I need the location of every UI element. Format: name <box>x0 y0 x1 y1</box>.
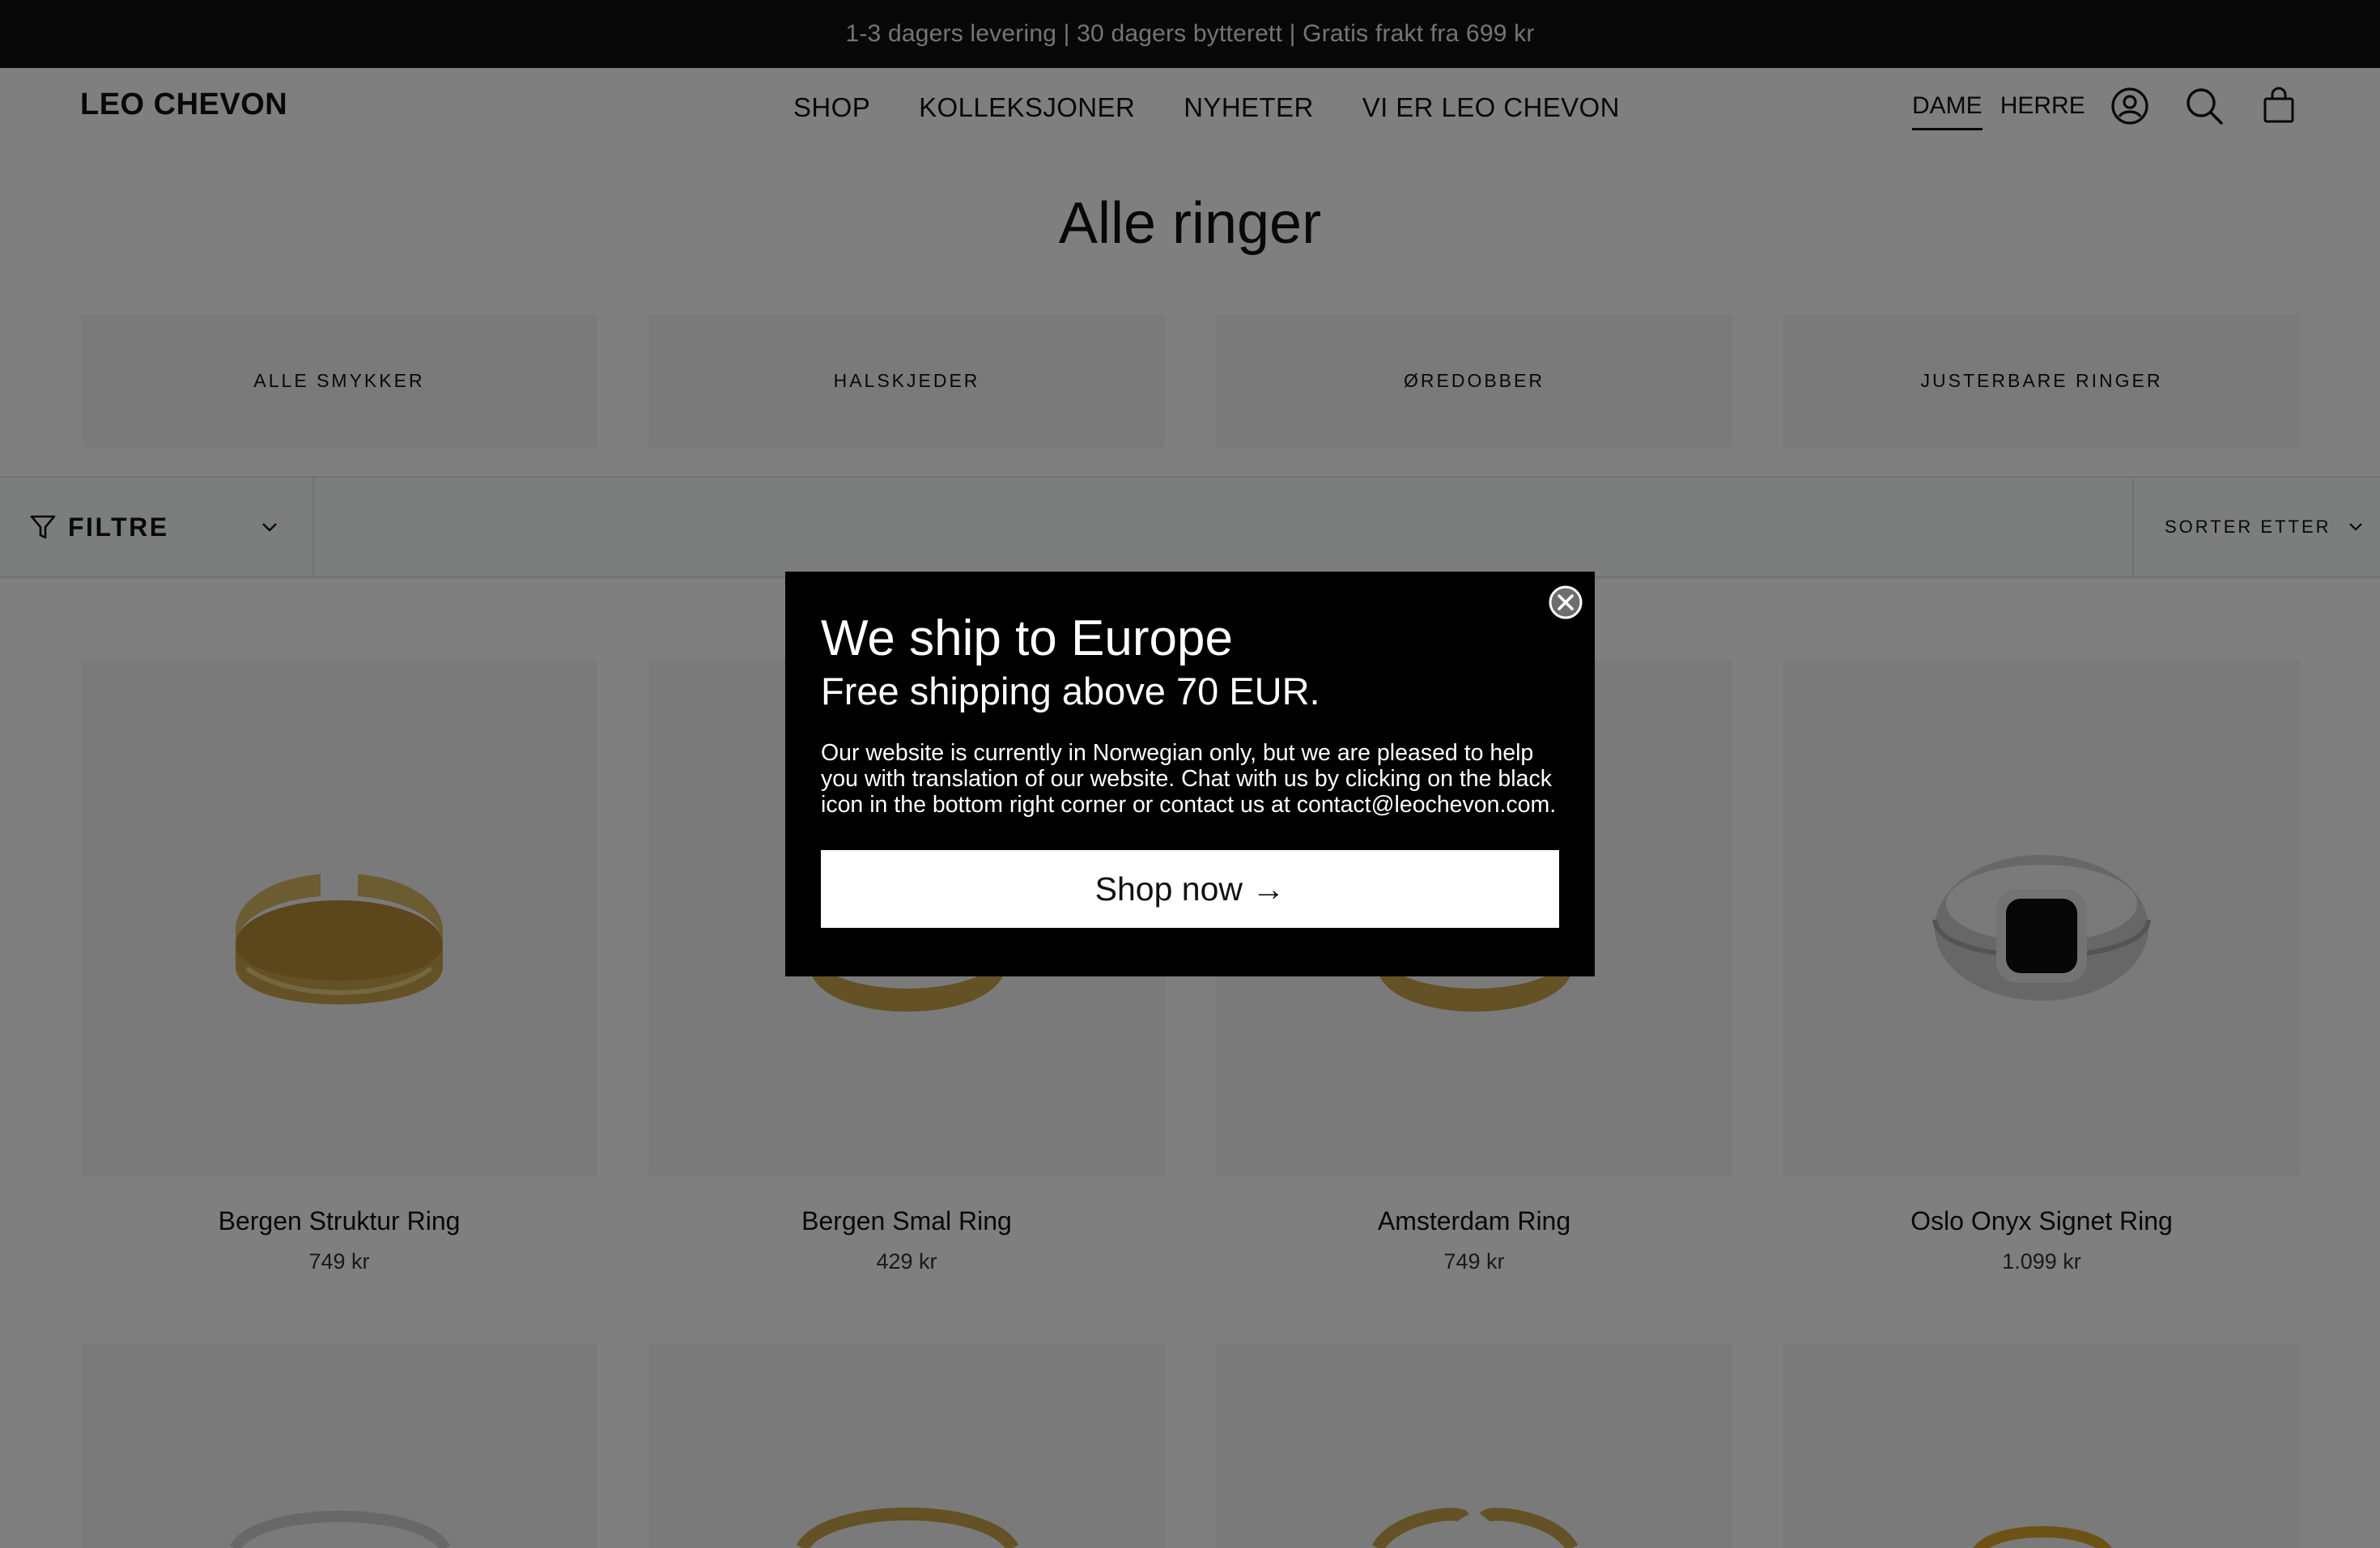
modal-title: We ship to Europe <box>821 610 1233 666</box>
shipping-popup: We ship to Europe Free shipping above 70… <box>785 572 1595 976</box>
shop-now-button[interactable]: Shop now → <box>821 850 1559 928</box>
shop-now-label: Shop now → <box>1094 870 1286 908</box>
modal-subtitle: Free shipping above 70 EUR. <box>821 670 1320 712</box>
close-icon <box>1549 585 1583 619</box>
close-button[interactable] <box>1548 585 1583 620</box>
modal-body: Our website is currently in Norwegian on… <box>821 740 1557 818</box>
